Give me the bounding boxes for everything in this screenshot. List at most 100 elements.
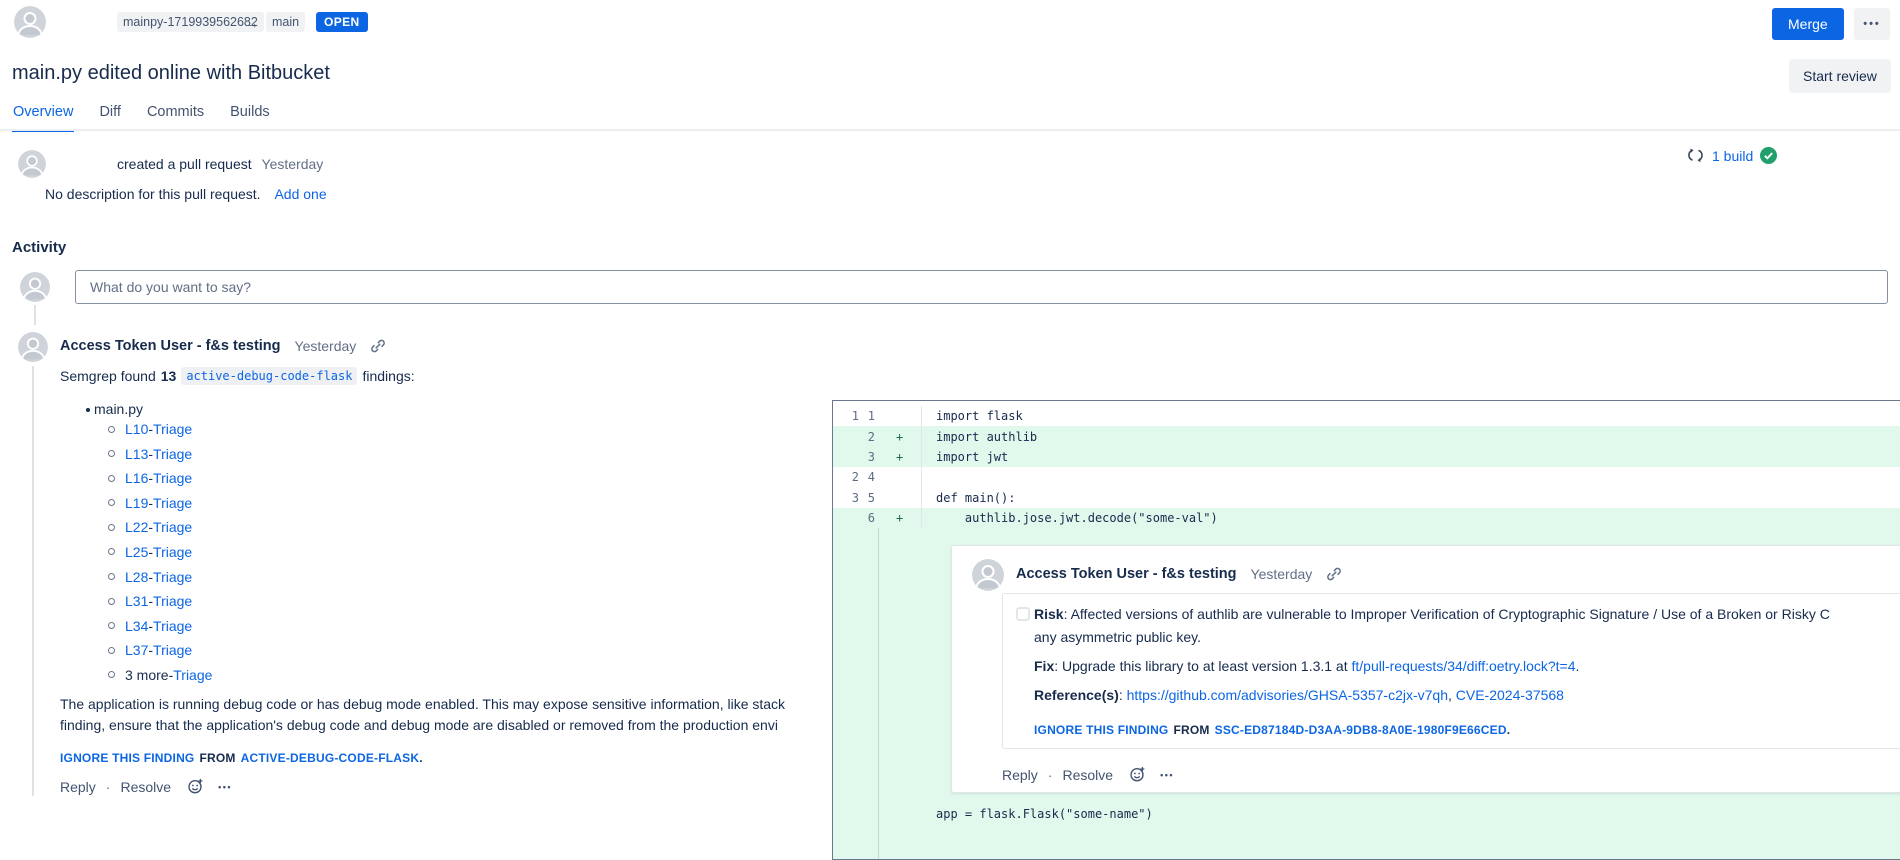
risk-line-1: Risk: Affected versions of authlib are v…	[1034, 606, 1830, 622]
finding-line-link[interactable]: L10	[125, 421, 148, 437]
thread-line	[32, 366, 34, 796]
finding-triage-link[interactable]: Triage	[153, 618, 192, 634]
diff-line[interactable]: 2 4	[833, 467, 1900, 487]
builds-link[interactable]: 1 build	[1712, 148, 1753, 164]
finding-line-link[interactable]: L25	[125, 544, 148, 560]
add-description-link[interactable]: Add one	[274, 186, 326, 202]
fix-link[interactable]: ft/pull-requests/34/diff:oetry.lock?t=4	[1352, 658, 1576, 674]
reference-link-1[interactable]: https://github.com/advisories/GHSA-5357-…	[1127, 687, 1448, 703]
ignore-finding-link[interactable]: IGNORE THIS FINDING	[1034, 723, 1168, 737]
rule-link[interactable]: ACTIVE-DEBUG-CODE-FLASK	[241, 751, 420, 765]
diff-sign: +	[875, 511, 921, 525]
finding-line-link[interactable]: L37	[125, 642, 148, 658]
builds-status[interactable]: 1 build	[1686, 146, 1777, 165]
add-reaction-icon[interactable]	[187, 778, 204, 795]
more-options-icon[interactable]: •••	[1160, 770, 1174, 780]
finding-triage-link[interactable]: Triage	[153, 593, 192, 609]
finding-triage-link[interactable]: Triage	[153, 544, 192, 560]
diff-code-panel: 1 1 import flask 2 + import authlib 3 + …	[832, 400, 1900, 860]
tab-builds[interactable]: Builds	[229, 104, 271, 132]
finding-triage-link[interactable]: Triage	[153, 446, 192, 462]
add-reaction-icon[interactable]	[1129, 766, 1146, 783]
finding-line-link[interactable]: L28	[125, 569, 148, 585]
finding-line-link[interactable]: L22	[125, 519, 148, 535]
builds-icon	[1686, 146, 1705, 165]
new-line-number: 5	[859, 491, 875, 505]
resolve-button[interactable]: Resolve	[120, 779, 171, 795]
more-actions-button[interactable]: •••	[1854, 8, 1890, 40]
current-user-avatar	[20, 272, 50, 302]
actions-separator: ·	[106, 779, 111, 795]
from-text: FROM	[199, 751, 235, 765]
findings-count: 13	[161, 368, 177, 384]
finding-line-link[interactable]: L19	[125, 495, 148, 511]
finding-triage-link[interactable]: Triage	[153, 470, 192, 486]
reply-button[interactable]: Reply	[60, 779, 96, 795]
diff-line-added[interactable]: 2 + import authlib	[833, 426, 1900, 446]
partial-code-line: app = flask.Flask("some-name")	[936, 807, 1153, 821]
created-text: created a pull request	[117, 156, 252, 172]
diff-line-added[interactable]: 3 + import jwt	[833, 447, 1900, 467]
finding-triage-link[interactable]: Triage	[153, 519, 192, 535]
reply-button[interactable]: Reply	[1002, 767, 1038, 783]
finding-triage-link[interactable]: Triage	[153, 642, 192, 658]
circle-bullet-icon	[108, 499, 115, 506]
diff-line[interactable]: 3 5 def main():	[833, 488, 1900, 508]
more-options-icon[interactable]: •••	[218, 782, 232, 792]
created-by-avatar	[18, 150, 46, 178]
reference-link-2[interactable]: CVE-2024-37568	[1456, 687, 1564, 703]
new-line-number: 1	[859, 409, 875, 423]
finding-line-link[interactable]: L13	[125, 446, 148, 462]
new-line-number: 4	[859, 470, 875, 484]
risk-label: Risk	[1034, 606, 1064, 622]
risk-checkbox[interactable]	[1016, 607, 1030, 621]
tab-diff[interactable]: Diff	[98, 104, 122, 132]
finding-description: The application is running debug code or…	[60, 694, 830, 736]
finding-item: L31 - Triage	[108, 594, 212, 608]
inline-comment-header: Access Token User - f&s testing Yesterda…	[1016, 566, 1342, 582]
finding-item: L25 - Triage	[108, 545, 212, 559]
finding-triage-link[interactable]: Triage	[153, 569, 192, 585]
ignore-finding-link[interactable]: IGNORE THIS FINDING	[60, 751, 194, 765]
finding-triage-link[interactable]: Triage	[153, 495, 192, 511]
permalink-icon[interactable]	[370, 338, 386, 354]
created-time: Yesterday	[262, 156, 324, 172]
finding-triage-link[interactable]: Triage	[153, 421, 192, 437]
description-line: No description for this pull request. Ad…	[45, 186, 327, 202]
target-branch-lozenge[interactable]: main	[266, 12, 305, 32]
ignore-finding-row: IGNORE THIS FINDING FROM ACTIVE-DEBUG-CO…	[60, 751, 423, 765]
finding-item: L37 - Triage	[108, 643, 212, 657]
start-review-button[interactable]: Start review	[1789, 59, 1891, 93]
fix-label: Fix	[1034, 658, 1054, 674]
inline-comment-avatar	[972, 559, 1004, 591]
permalink-icon[interactable]	[1326, 566, 1342, 582]
comment-header: Access Token User - f&s testing Yesterda…	[60, 338, 386, 354]
circle-bullet-icon	[108, 524, 115, 531]
tab-commits[interactable]: Commits	[146, 104, 205, 132]
description-line-1: The application is running debug code or…	[60, 694, 830, 715]
ignore-finding-row: IGNORE THIS FINDING FROM SSC-ED87184D-D3…	[1034, 723, 1510, 737]
inline-comment-time[interactable]: Yesterday	[1251, 566, 1313, 582]
inline-comment-card: Access Token User - f&s testing Yesterda…	[951, 545, 1900, 793]
diff-line[interactable]: 1 1 import flask	[833, 406, 1900, 426]
diff-line-added[interactable]: 6 + authlib.jose.jwt.decode("some-val")	[833, 508, 1900, 528]
finding-item: L19 - Triage	[108, 496, 212, 510]
code-text: import jwt	[921, 447, 1900, 467]
build-success-icon	[1760, 147, 1777, 164]
pr-author-avatar	[14, 6, 46, 38]
finding-id-link[interactable]: SSC-ED87184D-D3AA-9DB8-8A0E-1980F9E66CED	[1215, 723, 1507, 737]
finding-file: main.py	[94, 401, 143, 417]
merge-button[interactable]: Merge	[1772, 8, 1844, 40]
resolve-button[interactable]: Resolve	[1062, 767, 1113, 783]
source-branch-lozenge[interactable]: mainpy-1719939562682	[117, 12, 264, 32]
circle-bullet-icon	[108, 647, 115, 654]
finding-triage-link[interactable]: Triage	[173, 667, 212, 683]
code-text: def main():	[921, 488, 1900, 508]
finding-line-link[interactable]: L31	[125, 593, 148, 609]
finding-line-link[interactable]: L16	[125, 470, 148, 486]
comment-time[interactable]: Yesterday	[295, 338, 357, 354]
risk-line-2: any asymmetric public key.	[1034, 629, 1201, 645]
comment-input[interactable]	[75, 270, 1888, 304]
finding-line-link[interactable]: L34	[125, 618, 148, 634]
tab-overview[interactable]: Overview	[12, 104, 74, 132]
